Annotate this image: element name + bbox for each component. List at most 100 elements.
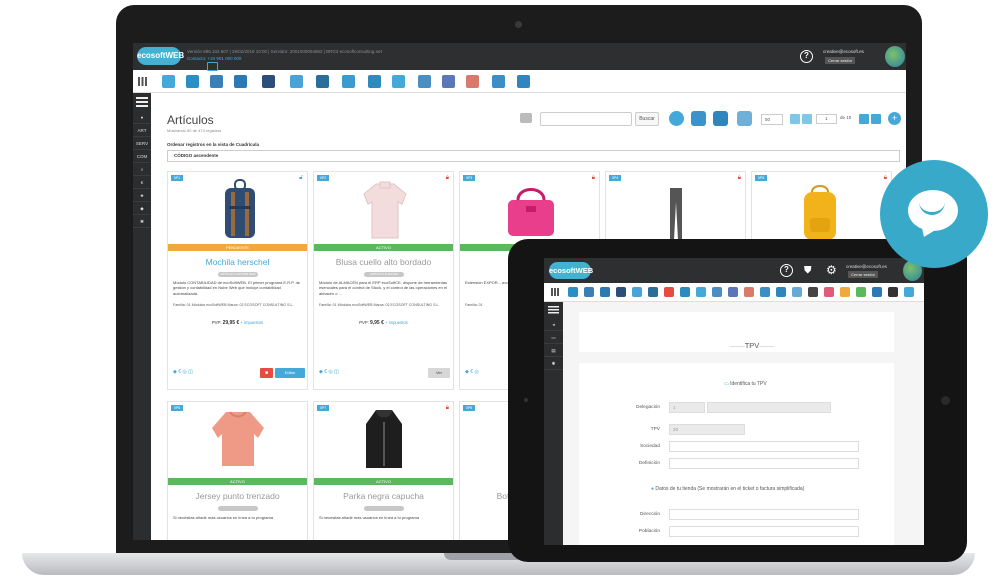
product-name[interactable]: Parka negra capucha [314, 491, 453, 501]
lock-icon[interactable]: 🔒︎ [446, 175, 449, 182]
delegacion-field[interactable]: 1 [669, 402, 705, 413]
report-icon[interactable] [872, 287, 882, 297]
calendar-icon[interactable] [737, 111, 752, 126]
tools-icon[interactable] [713, 111, 728, 126]
document-icon[interactable] [888, 287, 898, 297]
dashboard-icon[interactable] [162, 75, 175, 88]
first-page-button[interactable] [790, 114, 800, 124]
group-icon[interactable] [696, 287, 706, 297]
building-icon[interactable] [418, 75, 431, 88]
page-input[interactable]: 1 [816, 114, 837, 124]
sidebar-item-serv[interactable]: SERV [133, 137, 151, 150]
sidebar-item-tag[interactable]: ◆ [133, 202, 151, 215]
help-icon[interactable]: ? [780, 264, 793, 277]
search-input[interactable] [540, 112, 632, 126]
settings-icon[interactable] [600, 287, 610, 297]
qr-icon[interactable] [262, 75, 275, 88]
group-icon[interactable] [392, 75, 405, 88]
user-icon[interactable] [808, 287, 818, 297]
definicion-field[interactable] [669, 458, 859, 469]
cloud-icon[interactable] [669, 111, 684, 126]
contact-card-icon[interactable] [632, 287, 642, 297]
lock-icon[interactable]: 🔒︎ [446, 405, 449, 412]
poblacion-field[interactable] [669, 526, 859, 537]
users-icon[interactable] [210, 75, 223, 88]
help-icon[interactable]: ? [800, 50, 813, 63]
sidebar-item-art[interactable]: ART [133, 124, 151, 137]
delegacion-name-field[interactable] [707, 402, 831, 413]
gear-icon[interactable]: ⚙ [826, 263, 837, 277]
direccion-field[interactable] [669, 509, 859, 520]
page-size-select[interactable]: 50 [761, 114, 783, 125]
sidebar-item-euro[interactable]: € [133, 176, 151, 189]
add-button[interactable]: + [888, 112, 901, 125]
product-card[interactable]: 0P6 ACTIVO Jersey punto trenzado Si nece… [167, 401, 308, 540]
contact-card-icon[interactable] [290, 75, 303, 88]
edit-button[interactable]: Editar [275, 368, 305, 378]
id-card-icon[interactable] [648, 287, 658, 297]
sidebar-item-monitor[interactable]: ▭ [544, 331, 563, 344]
product-card[interactable]: 0P2 🔒︎ ACTIVO Blusa cuello alto bordado … [313, 171, 454, 390]
team-icon[interactable] [368, 75, 381, 88]
printer-icon[interactable] [520, 113, 532, 123]
product-name[interactable]: Mochila herschel [168, 257, 307, 267]
shield-icon[interactable]: ⛊ [804, 264, 815, 277]
prev-page-button[interactable] [802, 114, 812, 124]
sidebar-item-back[interactable]: ◂ [544, 318, 563, 331]
network-icon[interactable] [492, 75, 505, 88]
calendar-icon[interactable] [442, 75, 455, 88]
hierarchy-icon[interactable] [568, 287, 578, 297]
lock-icon[interactable]: 🔓︎ [299, 175, 303, 182]
id-card-icon[interactable] [316, 75, 329, 88]
menu-icon[interactable] [133, 93, 151, 111]
cart-icon[interactable] [824, 287, 834, 297]
search-button[interactable]: Buscar [635, 112, 659, 126]
product-card[interactable]: 0P1 🔓︎ PENDIENTE Mochila herschel ARTÍCU… [167, 171, 308, 390]
sidebar-item-home[interactable]: ● [133, 111, 151, 124]
settings-icon[interactable] [234, 75, 247, 88]
network-icon[interactable] [760, 287, 770, 297]
sitemap-icon[interactable] [517, 75, 530, 88]
book-icon[interactable] [342, 75, 355, 88]
monitor-icon[interactable] [904, 287, 914, 297]
team-icon[interactable] [680, 287, 690, 297]
contact-text[interactable]: Contacto: +34 901 000 000 [187, 55, 382, 62]
grid-icon[interactable] [138, 77, 147, 86]
menu-icon[interactable] [544, 302, 563, 318]
chat-button[interactable] [880, 160, 988, 268]
card-icons[interactable]: ◆ € ◎ ◫ [319, 369, 339, 375]
chart-icon[interactable] [856, 287, 866, 297]
product-card[interactable]: 0P7 🔒︎ ACTIVO Parka negra capucha Si nec… [313, 401, 454, 540]
sidebar-item-settings[interactable]: ✱ [544, 357, 563, 370]
sidebar-item-users[interactable]: ♣ [133, 189, 151, 202]
app-logo[interactable]: ecosoftWEB [137, 47, 184, 65]
lock-icon[interactable]: 🔒︎ [592, 175, 595, 182]
last-page-button[interactable] [871, 114, 881, 124]
avatar[interactable] [885, 46, 905, 67]
sociedad-field[interactable] [669, 441, 859, 452]
gallery-icon[interactable] [466, 75, 479, 88]
book-icon[interactable] [664, 287, 674, 297]
lock-icon[interactable]: 🔒︎ [884, 175, 887, 182]
building-icon[interactable] [712, 287, 722, 297]
qr-icon[interactable] [616, 287, 626, 297]
view-button[interactable]: Ver [428, 368, 450, 378]
sitemap-icon[interactable] [776, 287, 786, 297]
box-icon[interactable] [840, 287, 850, 297]
gallery-icon[interactable] [744, 287, 754, 297]
calendar-icon[interactable] [728, 287, 738, 297]
share-icon[interactable] [792, 287, 802, 297]
logout-button[interactable]: Cerrar sesión [825, 57, 856, 64]
sidebar-item-com[interactable]: COM [133, 150, 151, 163]
lock-icon[interactable]: 🔒︎ [738, 175, 741, 182]
order-select[interactable]: CÓDIGO ascendente [167, 150, 900, 162]
product-name[interactable]: Jersey punto trenzado [168, 491, 307, 501]
sidebar-item-search[interactable]: ⌕ [133, 163, 151, 176]
sidebar-item-settings[interactable]: ✱ [133, 215, 151, 228]
logout-button[interactable]: Cerrar sesión [848, 271, 879, 278]
card-icons[interactable]: ◆ € ◎ ◫ [173, 369, 193, 375]
sidebar-item-print[interactable]: ▤ [544, 344, 563, 357]
product-name[interactable]: Blusa cuello alto bordado [314, 257, 453, 267]
next-page-button[interactable] [859, 114, 869, 124]
users-icon[interactable] [584, 287, 594, 297]
